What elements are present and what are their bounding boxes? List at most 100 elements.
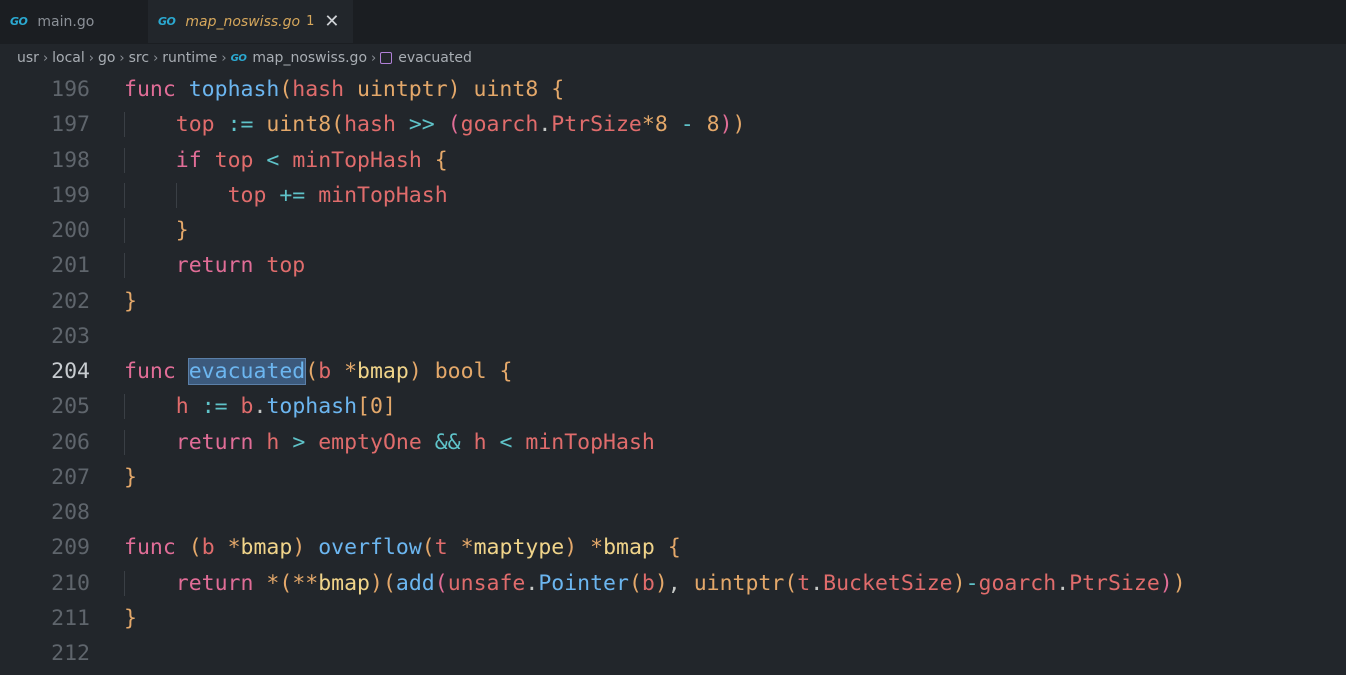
code-token: >> — [408, 112, 435, 138]
code-line[interactable]: 201 return top — [0, 248, 1346, 283]
tab-map-noswiss-go[interactable]: GO map_noswiss.go 1 ✕ — [148, 0, 353, 43]
code-token: } — [175, 218, 189, 244]
code-token: return — [175, 429, 254, 455]
code-token: ) — [447, 77, 461, 103]
chevron-right-icon: › — [42, 50, 49, 66]
code-token: ) — [1159, 570, 1173, 596]
code-line[interactable]: 206 return h > emptyOne && h < minTopHas… — [0, 425, 1346, 460]
code-line[interactable]: 205 h := b.tophash[0] — [0, 389, 1346, 424]
tab-bar: GO main.go GO map_noswiss.go 1 ✕ — [0, 0, 1346, 44]
code-token: } — [124, 464, 137, 490]
code-line[interactable]: 199 top += minTopHash — [0, 178, 1346, 213]
chevron-right-icon: › — [371, 50, 377, 66]
code-line[interactable]: 207} — [0, 460, 1346, 495]
code-token: ) — [292, 535, 306, 561]
code-line[interactable]: 212 — [0, 636, 1346, 671]
line-number: 210 — [51, 570, 90, 596]
code-line[interactable]: 198 if top < minTopHash { — [0, 143, 1346, 178]
code-token: bmap — [240, 535, 293, 561]
code-token: overflow — [318, 535, 422, 561]
line-number: 199 — [51, 182, 90, 208]
code-token: ( — [382, 570, 396, 596]
line-number: 201 — [51, 253, 90, 279]
symbol-method-icon — [380, 52, 393, 64]
code-line[interactable]: 210 return *(**bmap)(add(unsafe.Pointer(… — [0, 566, 1346, 601]
code-token: += — [279, 182, 306, 208]
indent-guide — [175, 182, 177, 208]
indent-guide — [124, 218, 125, 244]
breadcrumb-item-file[interactable]: map_noswiss.go — [252, 50, 367, 66]
code-token: ) — [654, 570, 668, 596]
breadcrumb-item-src[interactable]: src — [129, 50, 149, 66]
close-icon[interactable]: ✕ — [324, 12, 339, 31]
code-token: < — [266, 147, 280, 173]
code-token: . — [538, 112, 552, 138]
code-line[interactable]: 203 — [0, 319, 1346, 354]
code-token: ) — [408, 359, 422, 385]
breadcrumb-item-go[interactable]: go — [98, 50, 115, 66]
code-token: * — [227, 535, 241, 561]
code-token: minTopHash — [318, 182, 448, 208]
line-number: 209 — [51, 535, 90, 561]
indent-guide — [124, 570, 125, 596]
code-line[interactable]: 211} — [0, 601, 1346, 636]
code-token: < — [499, 429, 513, 455]
code-text: h := b.tophash[0] — [90, 394, 396, 420]
code-token: ( — [279, 570, 293, 596]
code-token: goarch — [978, 570, 1057, 596]
breadcrumb-item-usr[interactable]: usr — [17, 50, 39, 66]
breadcrumb-item-local[interactable]: local — [52, 50, 85, 66]
code-token: emptyOne — [318, 429, 422, 455]
code-line[interactable]: 209 func (b *bmap) overflow(t *maptype) *… — [0, 530, 1346, 565]
code-token: PtrSize — [551, 112, 642, 138]
code-token: ( — [279, 77, 293, 103]
code-token: ) — [732, 112, 746, 138]
code-token: h — [473, 429, 487, 455]
code-line[interactable]: 197 top := uint8(hash >> (goarch.PtrSize… — [0, 107, 1346, 142]
code-line[interactable]: 196 func tophash(hash uintptr) uint8 { — [0, 72, 1346, 107]
code-token: func — [124, 535, 176, 561]
code-token: { — [434, 147, 448, 173]
code-text: return *(**bmap)(add(unsafe.Pointer(b), … — [90, 570, 1186, 596]
code-line[interactable]: 202} — [0, 284, 1346, 319]
code-token: * — [641, 112, 655, 138]
breadcrumb-item-runtime[interactable]: runtime — [162, 50, 217, 66]
indent-guide — [124, 253, 125, 279]
breadcrumb-item-symbol[interactable]: evacuated — [398, 50, 472, 66]
go-file-icon: GO — [230, 52, 247, 64]
code-line[interactable]: 200 } — [0, 213, 1346, 248]
line-number: 206 — [51, 429, 90, 455]
code-line[interactable]: 208 — [0, 495, 1346, 530]
code-token: minTopHash — [292, 147, 422, 173]
code-line[interactable]: 204 func evacuated(b *bmap) bool { — [0, 354, 1346, 389]
code-token: b — [240, 394, 254, 420]
code-token: 8 — [706, 112, 720, 138]
code-token: bmap — [603, 535, 655, 561]
code-token: 8 — [654, 112, 668, 138]
code-token: if — [175, 147, 202, 173]
line-number: 200 — [51, 218, 90, 244]
line-number: 205 — [51, 394, 90, 420]
code-token: := — [201, 394, 228, 420]
code-editor[interactable]: 196 func tophash(hash uintptr) uint8 {197… — [0, 72, 1346, 671]
code-text: top := uint8(hash >> (goarch.PtrSize*8 -… — [90, 112, 746, 138]
code-token: func — [124, 77, 176, 103]
tab-main-go[interactable]: GO main.go — [0, 0, 148, 43]
code-token: uintptr — [357, 77, 448, 103]
code-text: } — [90, 218, 189, 244]
code-token: b — [641, 570, 655, 596]
